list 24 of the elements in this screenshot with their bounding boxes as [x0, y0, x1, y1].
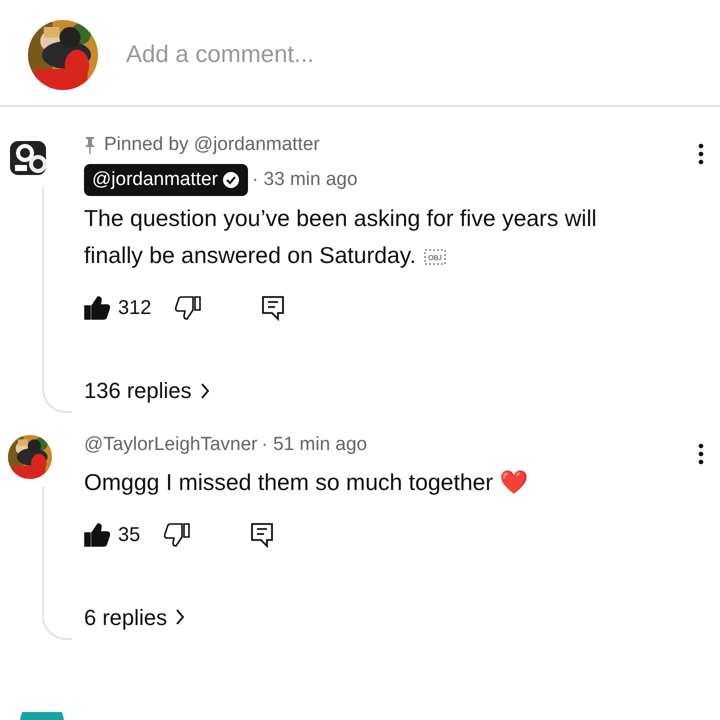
dislike-icon[interactable]: [164, 522, 190, 546]
replies-link[interactable]: 136 replies: [84, 374, 210, 407]
like-count: 35: [118, 522, 140, 548]
pinned-label: Pinned by @jordanmatter: [104, 133, 320, 157]
comment-input[interactable]: Add a comment...: [126, 37, 692, 73]
verified-icon: [222, 170, 240, 189]
reply-icon[interactable]: [261, 295, 286, 321]
chevron-right-icon: [175, 608, 186, 626]
more-options-icon[interactable]: [698, 143, 704, 165]
comment-text: Omggg I missed them so much together ❤: [84, 468, 530, 497]
author-name[interactable]: @jordanmatter: [84, 164, 248, 196]
pin-icon: [84, 136, 96, 154]
chevron-right-icon: [200, 382, 210, 400]
replies-link[interactable]: 6 replies: [84, 600, 186, 634]
reply-icon[interactable]: [250, 522, 274, 548]
like-icon[interactable]: [84, 296, 110, 320]
author-name[interactable]: @TaylorLeighTavner: [84, 431, 258, 460]
comment-time: · 33 min ago: [252, 168, 358, 192]
avatar-icon: [20, 712, 64, 720]
like-count: 312: [118, 296, 152, 321]
comment-time: · 51 min ago: [262, 433, 368, 457]
more-options-icon[interactable]: [698, 443, 704, 465]
like-icon[interactable]: [84, 522, 110, 546]
dislike-icon[interactable]: [175, 296, 202, 320]
